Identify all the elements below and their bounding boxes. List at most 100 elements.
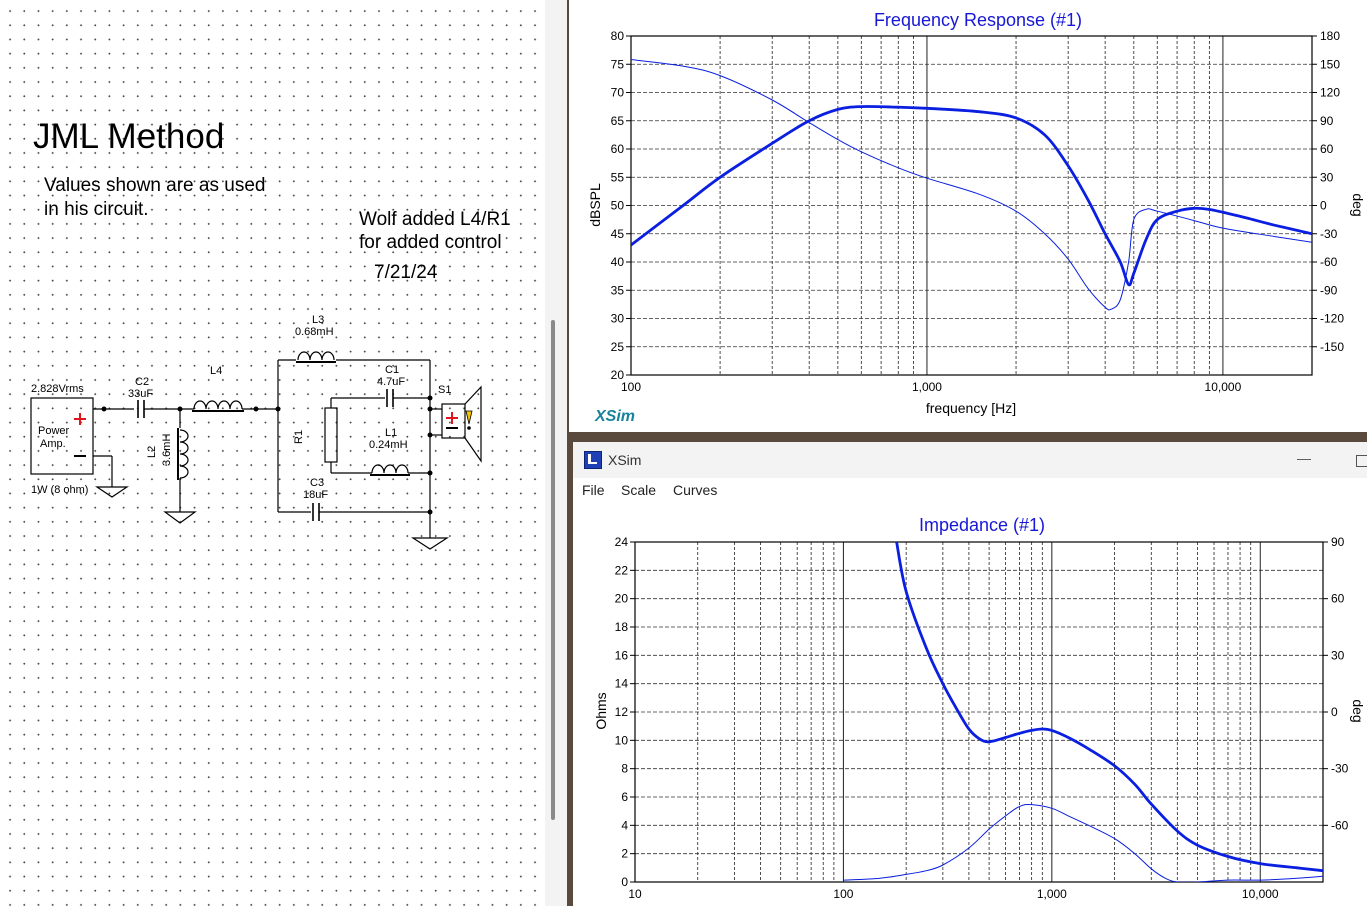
- svg-text:4.7uF: 4.7uF: [377, 376, 405, 388]
- fr-phase-series: [631, 59, 1312, 311]
- imp-y-tick-label: 14: [615, 677, 629, 691]
- imp-y2-tick-label: 30: [1331, 648, 1345, 662]
- imp-y-tick-label: 24: [615, 535, 629, 549]
- svg-text:S1: S1: [438, 384, 451, 396]
- imp-y-axis-label: Ohms: [593, 692, 609, 729]
- ground-symbol: [95, 486, 129, 498]
- imp-y2-tick-label: -60: [1331, 818, 1349, 832]
- svg-text:2.828Vrms: 2.828Vrms: [31, 383, 84, 395]
- svg-text:in his circuit.: in his circuit.: [44, 199, 149, 220]
- imp-y2-axis-label: deg: [1350, 699, 1366, 722]
- svg-text:1W (8 ohm): 1W (8 ohm): [31, 484, 88, 496]
- speaker-box: [441, 403, 466, 439]
- imp-y-tick-label: 16: [615, 648, 629, 662]
- fr-x-axis-label: frequency [Hz]: [926, 400, 1016, 416]
- menu-file[interactable]: File: [582, 482, 605, 498]
- fr-y-tick-label: 55: [611, 170, 625, 184]
- fr-y2-tick-label: -90: [1320, 283, 1338, 297]
- svg-text:0.68mH: 0.68mH: [295, 326, 334, 338]
- fr-y2-tick-label: -120: [1320, 312, 1344, 326]
- schematic-canvas[interactable]: JML Method Values shown are as used in h…: [0, 0, 545, 906]
- imp-y-tick-label: 4: [621, 818, 628, 832]
- fr-y-tick-label: 30: [611, 312, 625, 326]
- fr-y2-tick-label: 120: [1320, 86, 1340, 100]
- fr-y-tick-label: 80: [611, 29, 625, 43]
- svg-text:7/21/24: 7/21/24: [374, 262, 438, 283]
- menu-scale[interactable]: Scale: [621, 482, 656, 498]
- fr-y2-tick-label: -150: [1320, 340, 1344, 354]
- svg-text:Amp.: Amp.: [40, 438, 66, 450]
- xsim-brand-label: XSim: [594, 408, 635, 425]
- imp-y-tick-label: 10: [615, 733, 629, 747]
- imp-x-tick-label: 10: [628, 887, 642, 901]
- svg-text:L4: L4: [210, 365, 222, 377]
- fr-y-tick-label: 45: [611, 227, 625, 241]
- menu-bar: File Scale Curves: [573, 478, 1367, 502]
- maximize-button[interactable]: [1356, 455, 1367, 467]
- frequency-response-window[interactable]: Frequency Response (#1) dBSPL deg freque…: [569, 0, 1367, 432]
- imp-y-tick-label: 8: [621, 762, 628, 776]
- fr-x-tick-label: 1,000: [912, 380, 942, 394]
- window-title: XSim: [608, 452, 642, 468]
- svg-text:L1: L1: [385, 427, 397, 439]
- minimize-button[interactable]: —: [1297, 450, 1311, 466]
- window-titlebar[interactable]: XSim —: [573, 442, 1367, 478]
- schematic-drawing: JML Method Values shown are as used in h…: [30, 117, 511, 550]
- svg-text:L3: L3: [312, 314, 324, 326]
- fr-y2-tick-label: 150: [1320, 57, 1340, 71]
- fr-y-tick-label: 35: [611, 283, 625, 297]
- svg-text:Power: Power: [38, 425, 70, 437]
- svg-text:Values shown are as used: Values shown are as used: [44, 175, 265, 196]
- vertical-scrollbar[interactable]: [545, 0, 567, 906]
- fr-y-axis-label: dBSPL: [587, 183, 603, 227]
- imp-x-tick-label: 1,000: [1037, 887, 1067, 901]
- fr-y2-axis-label: deg: [1350, 193, 1366, 216]
- fr-y-tick-label: 50: [611, 199, 625, 213]
- fr-y-tick-label: 65: [611, 114, 625, 128]
- imp-y2-tick-label: 90: [1331, 535, 1345, 549]
- imp-y-tick-label: 6: [621, 790, 628, 804]
- svg-text:L2: L2: [146, 446, 158, 458]
- imp-magnitude-series: [895, 542, 1323, 873]
- fr-y-tick-label: 75: [611, 57, 625, 71]
- imp-y-tick-label: 18: [615, 620, 629, 634]
- l4-inductor: [193, 400, 243, 410]
- ground-symbol: [410, 537, 450, 550]
- imp-chart-title: Impedance (#1): [919, 515, 1045, 535]
- fr-y2-tick-label: 30: [1320, 170, 1334, 184]
- fr-y2-tick-label: -30: [1320, 227, 1338, 241]
- schematic-title: JML Method: [33, 117, 224, 156]
- imp-y-tick-label: 0: [621, 875, 628, 889]
- menu-curves[interactable]: Curves: [673, 482, 717, 498]
- fr-y-tick-label: 60: [611, 142, 625, 156]
- fr-y-tick-label: 70: [611, 86, 625, 100]
- l3-inductor: [297, 351, 335, 361]
- svg-text:3.6mH: 3.6mH: [161, 434, 173, 466]
- fr-magnitude-series: [631, 105, 1312, 287]
- fr-y2-tick-label: -60: [1320, 255, 1338, 269]
- fr-chart-title: Frequency Response (#1): [874, 10, 1082, 30]
- svg-text:for added control: for added control: [359, 232, 502, 253]
- svg-text:C2: C2: [135, 376, 149, 388]
- fr-y2-tick-label: 0: [1320, 199, 1327, 213]
- ground-symbol: [163, 511, 197, 524]
- imp-y2-tick-label: -30: [1331, 762, 1349, 776]
- impedance-window[interactable]: XSim — File Scale Curves Impedance (#1) …: [573, 442, 1367, 906]
- svg-text:Wolf added L4/R1: Wolf added L4/R1: [359, 209, 511, 230]
- imp-y-tick-label: 2: [621, 847, 628, 861]
- l1-inductor: [371, 464, 409, 474]
- fr-x-tick-label: 100: [621, 380, 641, 394]
- svg-text:C3: C3: [310, 477, 324, 489]
- svg-text:R1: R1: [293, 430, 305, 444]
- fr-y-tick-label: 25: [611, 340, 625, 354]
- svg-text:33uF: 33uF: [128, 388, 153, 400]
- fr-y-tick-label: 40: [611, 255, 625, 269]
- scrollbar-thumb[interactable]: [551, 320, 555, 820]
- imp-y2-tick-label: 60: [1331, 592, 1345, 606]
- frequency-response-chart: Frequency Response (#1) dBSPL deg freque…: [587, 10, 1366, 425]
- fr-y2-tick-label: 60: [1320, 142, 1334, 156]
- impedance-chart: Impedance (#1) Ohms deg 2422201816141210…: [593, 515, 1366, 901]
- imp-y-tick-label: 12: [615, 705, 629, 719]
- imp-y-tick-label: 22: [615, 563, 629, 577]
- fr-y2-tick-label: 180: [1320, 29, 1340, 43]
